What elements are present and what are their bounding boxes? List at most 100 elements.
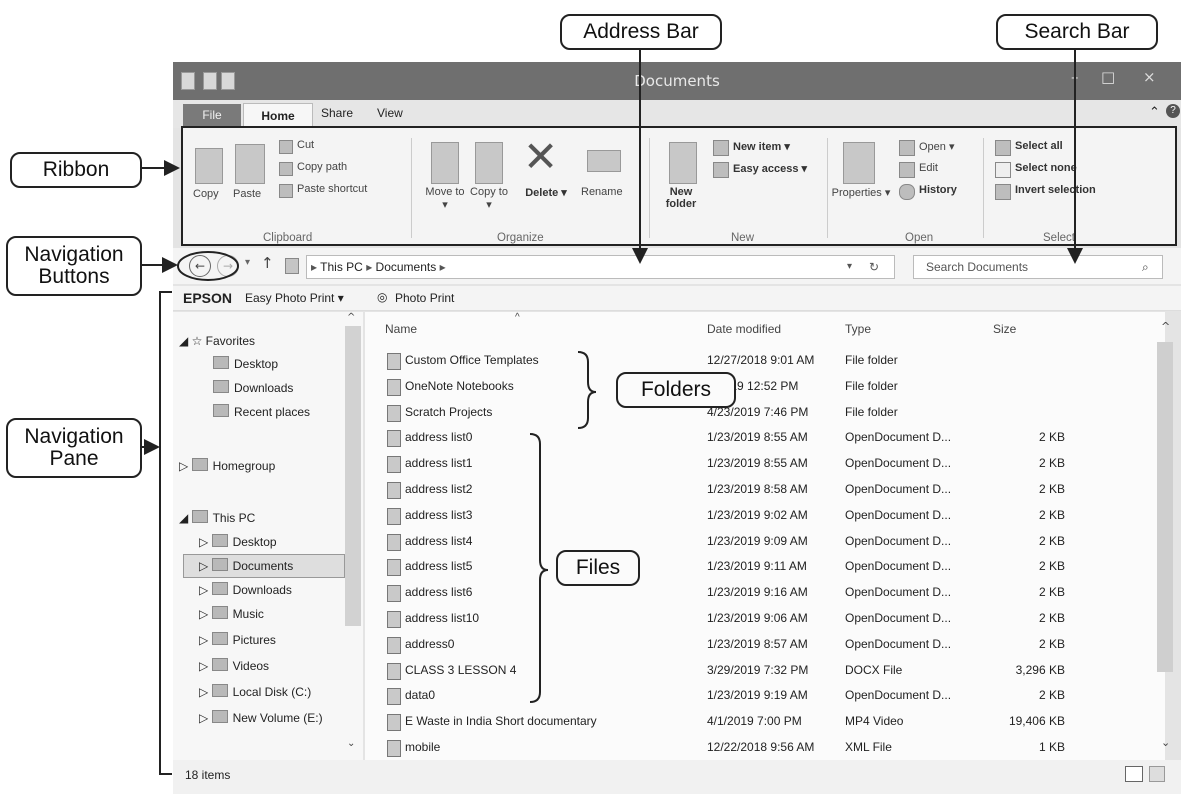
- paste-button[interactable]: Paste: [233, 188, 261, 200]
- scroll-down-icon[interactable]: ⌄: [1161, 736, 1170, 749]
- address-dropdown-icon[interactable]: ▾: [847, 256, 852, 278]
- tab-share[interactable]: Share: [321, 106, 353, 120]
- select-none-button[interactable]: Select none: [1015, 162, 1077, 174]
- delete-icon[interactable]: ✕: [523, 136, 558, 178]
- invert-selection-icon[interactable]: [995, 184, 1011, 200]
- table-row[interactable]: mobile 12/22/2018 9:56 AM XML File 1 KB: [365, 737, 1145, 759]
- expand-icon[interactable]: ▷: [199, 685, 212, 699]
- column-header-size[interactable]: Size: [993, 322, 1016, 336]
- details-view-icon[interactable]: [1125, 766, 1143, 782]
- nav-fav-recent-places[interactable]: Recent places: [213, 404, 310, 419]
- expand-icon[interactable]: ▷: [199, 559, 212, 573]
- table-row[interactable]: data0 1/23/2019 9:19 AM OpenDocument D... 2…: [365, 685, 1145, 707]
- nav-pc-local-disk[interactable]: ▷ Local Disk (C:): [199, 684, 311, 699]
- nav-fav-desktop[interactable]: Desktop: [213, 356, 278, 371]
- cut-icon[interactable]: [279, 140, 293, 154]
- recent-locations-icon[interactable]: ▾: [245, 257, 250, 268]
- rename-icon[interactable]: [587, 150, 621, 172]
- invert-selection-button[interactable]: Invert selection: [1015, 184, 1096, 196]
- expand-icon[interactable]: ▷: [199, 607, 212, 621]
- nav-pc-pictures[interactable]: ▷ Pictures: [199, 632, 276, 647]
- table-row[interactable]: address list1 1/23/2019 8:55 AM OpenDocume…: [365, 453, 1145, 475]
- table-row[interactable]: address list6 1/23/2019 9:16 AM OpenDocume…: [365, 582, 1145, 604]
- scroll-down-icon[interactable]: ⌄: [347, 738, 355, 749]
- nav-this-pc[interactable]: ◢ This PC: [179, 510, 255, 525]
- table-row[interactable]: Custom Office Templates 12/27/2018 9:01 A…: [365, 350, 1145, 372]
- properties-icon[interactable]: [843, 142, 875, 184]
- up-button[interactable]: ↑: [261, 254, 274, 272]
- nav-pc-desktop[interactable]: ▷ Desktop: [199, 534, 277, 549]
- collapse-ribbon-icon[interactable]: ⌃: [1149, 104, 1160, 120]
- new-item-button[interactable]: New item ▾: [733, 140, 790, 153]
- column-header-name[interactable]: Name: [385, 322, 417, 336]
- address-bar[interactable]: ▸ This PC ▸ Documents ▸ ▾ ↻: [306, 255, 895, 279]
- nav-pc-music[interactable]: ▷ Music: [199, 606, 264, 621]
- column-header-type[interactable]: Type: [845, 322, 871, 336]
- select-none-icon[interactable]: [995, 162, 1011, 178]
- copy-icon[interactable]: [195, 148, 223, 184]
- open-icon[interactable]: [899, 140, 915, 156]
- new-folder-icon[interactable]: [669, 142, 697, 184]
- table-row[interactable]: address list10 1/23/2019 9:06 AM OpenDocum…: [365, 608, 1145, 630]
- cut-button[interactable]: Cut: [297, 139, 314, 151]
- table-row[interactable]: address list2 1/23/2019 8:58 AM OpenDocume…: [365, 479, 1145, 501]
- table-row[interactable]: E Waste in India Short documentary 4/1/20…: [365, 711, 1145, 733]
- table-row[interactable]: CLASS 3 LESSON 4 3/29/2019 7:32 PM DOCX Fi…: [365, 660, 1145, 682]
- column-header-date[interactable]: Date modified: [707, 322, 781, 336]
- breadcrumb-documents[interactable]: Documents: [376, 260, 437, 274]
- maximize-button[interactable]: □: [1101, 68, 1115, 86]
- new-folder-button[interactable]: New folder: [661, 186, 701, 210]
- expand-icon[interactable]: ▷: [199, 535, 212, 549]
- nav-pc-downloads[interactable]: ▷ Downloads: [199, 582, 292, 597]
- select-all-icon[interactable]: [995, 140, 1011, 156]
- table-row[interactable]: address list3 1/23/2019 9:02 AM OpenDocume…: [365, 505, 1145, 527]
- expand-icon[interactable]: ▷: [199, 659, 212, 673]
- nav-fav-downloads[interactable]: Downloads: [213, 380, 293, 395]
- expand-icon[interactable]: ▷: [179, 459, 192, 473]
- edit-icon[interactable]: [899, 162, 915, 178]
- copy-button[interactable]: Copy: [193, 188, 219, 200]
- table-row[interactable]: address list4 1/23/2019 9:09 AM OpenDocume…: [365, 531, 1145, 553]
- paste-icon[interactable]: [235, 144, 265, 184]
- copy-to-icon[interactable]: [475, 142, 503, 184]
- paste-shortcut-icon[interactable]: [279, 184, 293, 198]
- search-icon[interactable]: ⌕: [1142, 256, 1149, 278]
- close-button[interactable]: ×: [1143, 68, 1156, 86]
- content-scrollbar-thumb[interactable]: [1157, 342, 1173, 672]
- expand-icon[interactable]: ▷: [199, 583, 212, 597]
- expand-icon[interactable]: ▷: [199, 633, 212, 647]
- back-button[interactable]: ←: [189, 255, 211, 277]
- select-all-button[interactable]: Select all: [1015, 140, 1063, 152]
- history-button[interactable]: History: [919, 184, 957, 196]
- easy-access-button[interactable]: Easy access ▾: [733, 162, 807, 175]
- expand-icon[interactable]: ◢: [179, 511, 192, 525]
- copy-path-button[interactable]: Copy path: [297, 161, 347, 173]
- easy-photo-print-button[interactable]: Easy Photo Print ▾: [245, 291, 344, 305]
- forward-button[interactable]: →: [217, 255, 239, 277]
- expand-icon[interactable]: ◢: [179, 334, 192, 348]
- history-icon[interactable]: [899, 184, 915, 200]
- tab-file[interactable]: File: [183, 104, 241, 126]
- move-to-button[interactable]: Move to ▾: [425, 186, 465, 211]
- rename-button[interactable]: Rename: [581, 186, 623, 198]
- large-icons-view-icon[interactable]: [1149, 766, 1165, 782]
- easy-access-icon[interactable]: [713, 162, 729, 178]
- photo-print-button[interactable]: Photo Print: [395, 291, 454, 305]
- copy-path-icon[interactable]: [279, 162, 293, 176]
- help-icon[interactable]: ?: [1166, 104, 1180, 118]
- new-item-icon[interactable]: [713, 140, 729, 156]
- scroll-up-icon[interactable]: ^: [347, 312, 355, 323]
- open-button[interactable]: Open ▾: [919, 140, 955, 153]
- table-row[interactable]: address list0 1/23/2019 8:55 AM OpenDocume…: [365, 427, 1145, 449]
- search-input[interactable]: Search Documents ⌕: [913, 255, 1163, 279]
- breadcrumb-this-pc[interactable]: This PC: [320, 260, 363, 274]
- tab-view[interactable]: View: [377, 106, 403, 120]
- nav-favorites[interactable]: ◢ ☆ Favorites: [179, 334, 255, 348]
- table-row[interactable]: Scratch Projects 4/23/2019 7:46 PM File fo…: [365, 402, 1145, 424]
- nav-scrollbar-thumb[interactable]: [345, 326, 361, 626]
- properties-button[interactable]: Properties ▾: [829, 186, 893, 199]
- table-row[interactable]: address list5 1/23/2019 9:11 AM OpenDocume…: [365, 556, 1145, 578]
- table-row[interactable]: address0 1/23/2019 8:57 AM OpenDocument D.…: [365, 634, 1145, 656]
- edit-button[interactable]: Edit: [919, 162, 938, 174]
- delete-button[interactable]: Delete ▾: [521, 186, 571, 199]
